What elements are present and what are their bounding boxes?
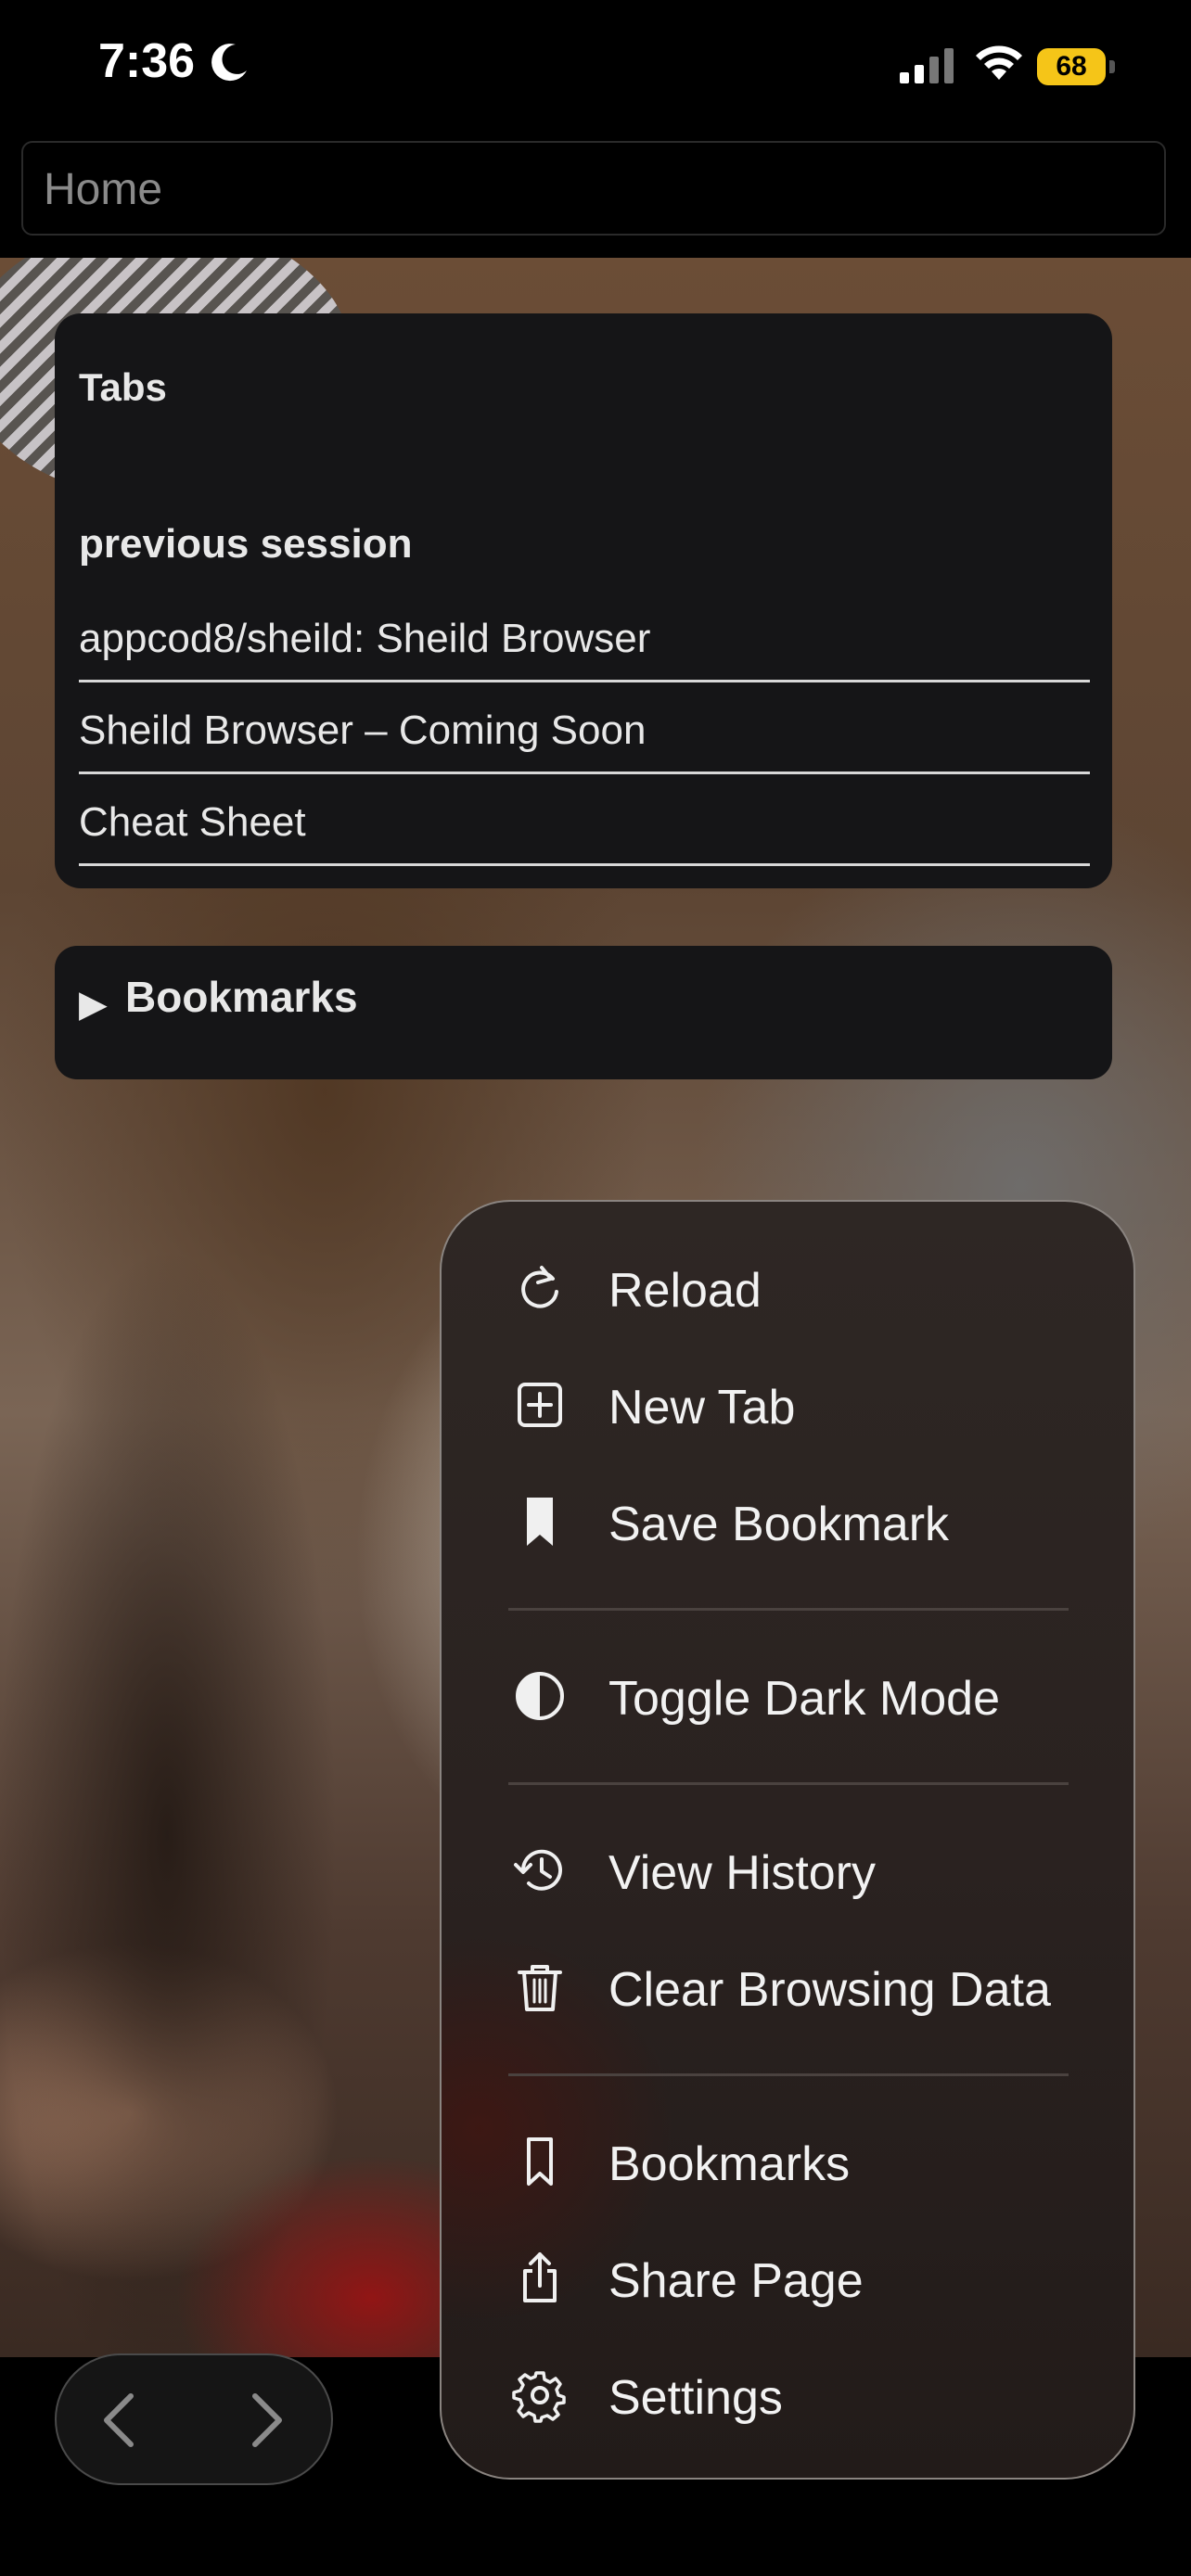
battery-indicator: 68 (1037, 48, 1115, 85)
menu-item-reload[interactable]: Reload (442, 1230, 1133, 1346)
chevron-left-icon[interactable] (94, 2391, 149, 2450)
share-icon (523, 2252, 557, 2302)
menu-separator (508, 1608, 1069, 1611)
moon-icon (211, 44, 247, 82)
bookmark-filled-icon (527, 1498, 553, 1546)
trash-icon (518, 1965, 562, 2011)
menu-item-settings[interactable]: Settings (442, 2337, 1133, 2454)
half-circle-icon (516, 1672, 564, 1720)
menu-item-label: Save Bookmark (608, 1498, 950, 1551)
session-item[interactable]: appcod8/sheild: Sheild Browser (79, 593, 1090, 682)
menu-item-clear-browsing-data[interactable]: Clear Browsing Data (442, 1929, 1133, 2046)
address-bar[interactable] (21, 141, 1166, 236)
bookmark-outline-icon (527, 2137, 553, 2186)
menu-separator (508, 2073, 1069, 2076)
session-title: previous session (79, 521, 413, 567)
session-item[interactable]: Sheild Browser – Coming Soon (79, 685, 1090, 774)
menu-item-label: New Tab (608, 1381, 796, 1435)
wifi-icon (976, 45, 1022, 80)
browser-menu: Reload New Tab Save Bookmark Toggle Dark… (440, 1200, 1135, 2480)
plus-square-icon (518, 1383, 562, 1427)
status-bar: 7:36 68 (0, 0, 1191, 139)
menu-item-label: Reload (608, 1264, 762, 1318)
address-input[interactable] (42, 143, 1149, 236)
menu-item-bookmarks[interactable]: Bookmarks (442, 2103, 1133, 2220)
menu-item-label: Clear Browsing Data (608, 1963, 1051, 2017)
cellular-signal-icon (900, 48, 954, 83)
bookmarks-toggle-label: Bookmarks (125, 973, 358, 1021)
menu-item-save-bookmark[interactable]: Save Bookmark (442, 1463, 1133, 1580)
menu-item-view-history[interactable]: View History (442, 1812, 1133, 1929)
session-item[interactable]: Cheat Sheet (79, 777, 1090, 866)
status-time: 7:36 (98, 34, 196, 88)
session-item-label: appcod8/sheild: Sheild Browser (79, 616, 651, 661)
menu-item-label: Settings (608, 2371, 783, 2425)
gear-icon (512, 2371, 566, 2423)
menu-item-share-page[interactable]: Share Page (442, 2220, 1133, 2337)
menu-item-new-tab[interactable]: New Tab (442, 1346, 1133, 1463)
menu-item-label: Share Page (608, 2254, 864, 2308)
menu-separator (508, 1782, 1069, 1785)
history-icon (514, 1849, 562, 1891)
menu-item-label: Bookmarks (608, 2137, 851, 2191)
tabs-panel: Tabs previous session appcod8/sheild: Sh… (55, 313, 1112, 888)
menu-item-label: Toggle Dark Mode (608, 1672, 1000, 1726)
chevron-right-icon[interactable] (237, 2391, 292, 2450)
session-item-label: Cheat Sheet (79, 799, 306, 845)
menu-item-label: View History (608, 1846, 877, 1900)
navigation-pill (55, 2353, 333, 2485)
menu-item-toggle-dark-mode[interactable]: Toggle Dark Mode (442, 1638, 1133, 1754)
reload-icon (521, 1266, 558, 1308)
disclosure-triangle-icon: ▶ (79, 984, 108, 1025)
battery-cap (1109, 60, 1115, 73)
battery-level: 68 (1056, 51, 1087, 82)
bookmarks-toggle[interactable]: ▶ Bookmarks (55, 946, 1112, 1079)
session-item-label: Sheild Browser – Coming Soon (79, 708, 647, 753)
tabs-title: Tabs (79, 365, 167, 409)
